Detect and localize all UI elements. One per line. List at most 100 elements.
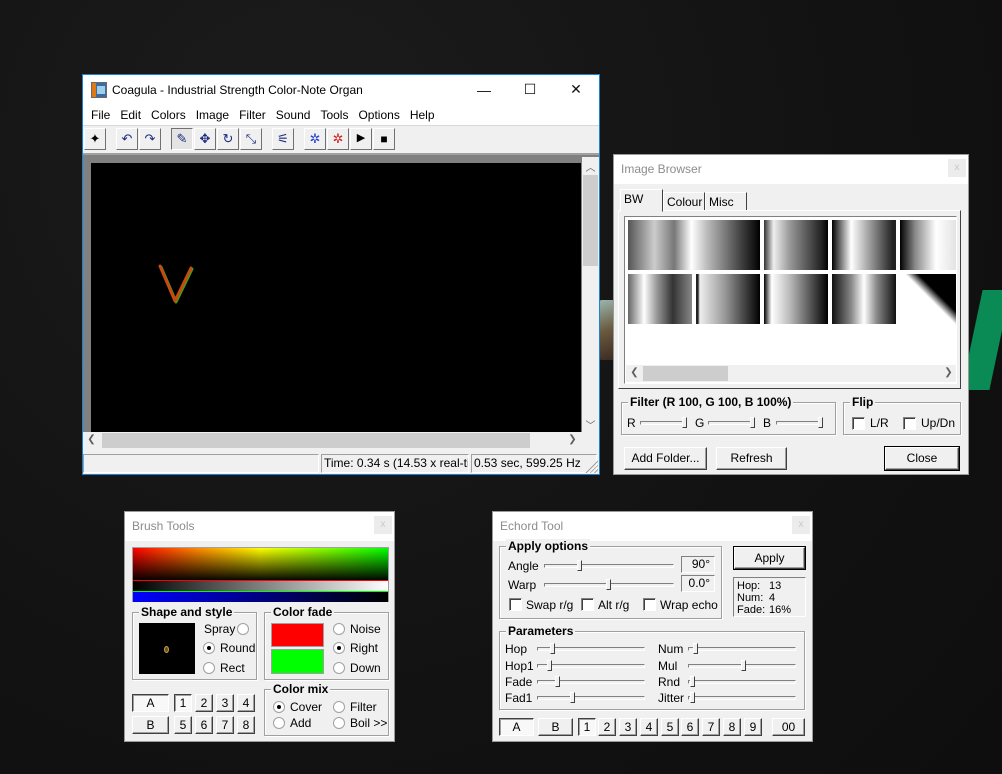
- drawing-canvas[interactable]: [91, 163, 581, 433]
- filter-r-slider[interactable]: [640, 421, 686, 425]
- param-hop1-slider[interactable]: [537, 664, 645, 668]
- thumbnail-6[interactable]: [696, 274, 760, 324]
- param-fade-knob[interactable]: [555, 676, 561, 687]
- param-fad1-knob[interactable]: [569, 692, 575, 703]
- thumbnail-7[interactable]: [764, 274, 828, 324]
- echord-tool-button[interactable]: ⚟: [272, 127, 294, 150]
- slot-8-button[interactable]: 8: [237, 716, 255, 734]
- echord-slot-8-button[interactable]: 8: [723, 718, 741, 736]
- vertical-scroll-thumb[interactable]: [583, 175, 598, 266]
- new-image-button[interactable]: ✦: [84, 127, 106, 150]
- slot-4-button[interactable]: 4: [237, 694, 255, 712]
- round-radio[interactable]: [203, 642, 215, 654]
- param-mul-knob[interactable]: [741, 660, 747, 671]
- slot-5-button[interactable]: 5: [174, 716, 192, 734]
- param-hop1-knob[interactable]: [547, 660, 553, 671]
- menu-sound[interactable]: Sound: [271, 108, 316, 122]
- hue-gradient[interactable]: [133, 548, 388, 581]
- menu-tools[interactable]: Tools: [315, 108, 353, 122]
- horizontal-scrollbar[interactable]: ❮ ❯: [83, 432, 581, 449]
- horizontal-scroll-thumb[interactable]: [102, 433, 530, 448]
- thumbnail-2[interactable]: [764, 220, 828, 270]
- echord-slot-3-button[interactable]: 3: [619, 718, 637, 736]
- image-browser-title-bar[interactable]: Image Browser x: [614, 155, 968, 184]
- scroll-down-icon[interactable]: ﹀: [582, 417, 599, 432]
- echord-slot-9-button[interactable]: 9: [744, 718, 762, 736]
- scroll-right-icon[interactable]: ❯: [940, 367, 956, 378]
- param-fade-slider[interactable]: [537, 680, 645, 684]
- close-button[interactable]: ✕: [553, 75, 599, 104]
- thumbnail-5[interactable]: [628, 274, 692, 324]
- slot-7-button[interactable]: 7: [216, 716, 234, 734]
- thumbnail-3[interactable]: [832, 220, 896, 270]
- color-picker[interactable]: [132, 547, 389, 602]
- add-folder-button[interactable]: Add Folder...: [624, 447, 707, 470]
- scroll-left-icon[interactable]: ❮: [83, 434, 100, 445]
- slot-1-button[interactable]: 1: [174, 694, 192, 712]
- filter-r-knob[interactable]: [682, 417, 687, 428]
- rect-radio[interactable]: [203, 662, 215, 674]
- flip-lr-checkbox[interactable]: [852, 417, 865, 430]
- play-button[interactable]: ▶: [350, 127, 372, 150]
- warp-knob[interactable]: [606, 579, 611, 590]
- refresh-button[interactable]: Refresh: [716, 447, 787, 470]
- thumbnail-1[interactable]: [628, 220, 760, 270]
- move-tool-button[interactable]: ✥: [194, 127, 216, 150]
- cover-radio[interactable]: [273, 701, 285, 713]
- menu-image[interactable]: Image: [191, 108, 234, 122]
- thumbnail-4[interactable]: [900, 220, 956, 270]
- echord-bank-a-button[interactable]: A: [499, 718, 534, 736]
- brightness-gradient[interactable]: [133, 581, 388, 591]
- fade-color-a-swatch[interactable]: [271, 623, 324, 647]
- brush-tools-close-button[interactable]: x: [374, 516, 392, 534]
- menu-help[interactable]: Help: [405, 108, 440, 122]
- boil-radio[interactable]: [333, 717, 345, 729]
- echord-slot-5-button[interactable]: 5: [661, 718, 679, 736]
- close-button[interactable]: Close: [884, 446, 960, 471]
- scroll-up-icon[interactable]: ︿: [582, 159, 599, 174]
- minimize-button[interactable]: —: [461, 75, 507, 104]
- swap-rg-checkbox[interactable]: [509, 598, 522, 611]
- blue-gradient[interactable]: [133, 592, 388, 602]
- param-rnd-slider[interactable]: [688, 680, 796, 684]
- resize-tool-button[interactable]: ⤡: [240, 127, 262, 150]
- thumbnail-8[interactable]: [832, 274, 896, 324]
- redo-button[interactable]: ↷: [139, 127, 161, 150]
- scroll-right-icon[interactable]: ❯: [564, 434, 581, 445]
- menu-filter[interactable]: Filter: [234, 108, 271, 122]
- title-bar[interactable]: Coagula - Industrial Strength Color-Note…: [83, 75, 599, 104]
- alt-rg-checkbox[interactable]: [581, 598, 594, 611]
- fade-color-b-swatch[interactable]: [271, 649, 324, 674]
- bank-a-button[interactable]: A: [132, 694, 169, 712]
- param-jitter-slider[interactable]: [688, 696, 796, 700]
- thumbnails-scroll-thumb[interactable]: [643, 366, 728, 381]
- filter-b-slider[interactable]: [776, 421, 822, 425]
- echord-tool-title-bar[interactable]: Echord Tool x: [493, 512, 812, 541]
- add-radio[interactable]: [273, 717, 285, 729]
- vertical-scrollbar[interactable]: ︿ ﹀: [582, 157, 599, 434]
- filter-g-slider[interactable]: [708, 421, 754, 425]
- param-rnd-knob[interactable]: [690, 676, 696, 687]
- brush-tool-button[interactable]: ✎: [171, 127, 193, 150]
- echord-slot-00-button[interactable]: 00: [772, 718, 805, 736]
- spray-radio[interactable]: [237, 623, 249, 635]
- echord-bank-b-button[interactable]: B: [538, 718, 573, 736]
- tab-colour[interactable]: Colour: [663, 192, 705, 211]
- resize-grip[interactable]: [584, 459, 598, 473]
- menu-options[interactable]: Options: [353, 108, 404, 122]
- render-color-button[interactable]: ✲: [327, 127, 349, 150]
- image-browser-close-button[interactable]: x: [948, 159, 966, 177]
- slot-2-button[interactable]: 2: [195, 694, 213, 712]
- maximize-button[interactable]: ☐: [507, 75, 553, 104]
- angle-slider[interactable]: [544, 564, 674, 568]
- echord-slot-2-button[interactable]: 2: [598, 718, 616, 736]
- echord-slot-1-button[interactable]: 1: [578, 718, 596, 736]
- filter-g-knob[interactable]: [750, 417, 755, 428]
- flip-updn-checkbox[interactable]: [903, 417, 916, 430]
- menu-edit[interactable]: Edit: [115, 108, 146, 122]
- param-num-slider[interactable]: [688, 647, 796, 651]
- filter-radio[interactable]: [333, 701, 345, 713]
- echord-tool-close-button[interactable]: x: [792, 516, 810, 534]
- menu-colors[interactable]: Colors: [146, 108, 191, 122]
- scroll-left-icon[interactable]: ❮: [626, 367, 643, 378]
